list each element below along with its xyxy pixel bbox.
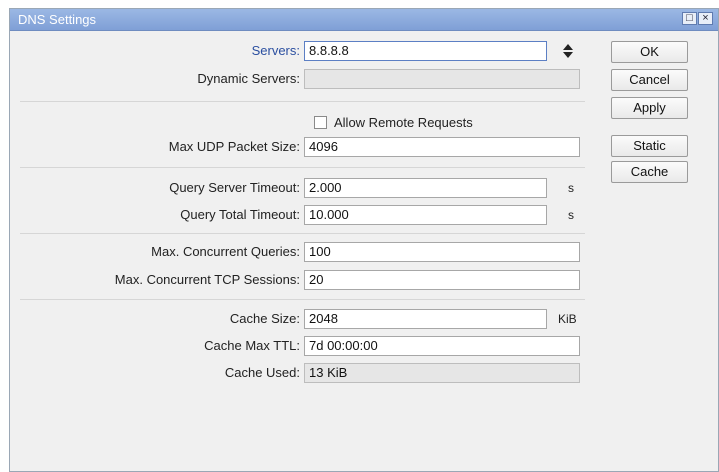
query-total-timeout-unit: s: [568, 208, 574, 222]
query-server-timeout-input[interactable]: 2.000: [304, 178, 547, 198]
checkbox-box[interactable]: [314, 116, 327, 129]
servers-input[interactable]: 8.8.8.8: [304, 41, 547, 61]
cache-size-unit: KiB: [558, 312, 577, 326]
cache-size-input[interactable]: 2048: [304, 309, 547, 329]
restore-window-icon[interactable]: □: [682, 12, 697, 25]
cache-size-row: Cache Size: 2048 KiB: [10, 309, 600, 329]
cache-max-ttl-input[interactable]: 7d 00:00:00: [304, 336, 580, 356]
allow-remote-label: Allow Remote Requests: [334, 115, 473, 130]
max-udp-input[interactable]: 4096: [304, 137, 580, 157]
title-bar[interactable]: DNS Settings □ ×: [10, 9, 718, 31]
separator: [20, 101, 585, 102]
max-concurrent-queries-label: Max. Concurrent Queries:: [151, 244, 300, 259]
servers-label: Servers:: [251, 43, 300, 58]
max-concurrent-tcp-row: Max. Concurrent TCP Sessions: 20: [10, 270, 600, 290]
query-total-timeout-input[interactable]: 10.000: [304, 205, 547, 225]
separator: [20, 233, 585, 234]
cache-used-row: Cache Used: 13 KiB: [10, 363, 600, 383]
query-total-timeout-label: Query Total Timeout:: [180, 207, 300, 222]
cache-button[interactable]: Cache: [611, 161, 688, 183]
ok-button[interactable]: OK: [611, 41, 688, 63]
updown-arrows-icon[interactable]: [562, 42, 574, 60]
max-concurrent-queries-input[interactable]: 100: [304, 242, 580, 262]
allow-remote-row: Allow Remote Requests: [10, 113, 600, 133]
dns-settings-window: DNS Settings □ × Servers: 8.8.8.8 Dynami…: [9, 8, 719, 472]
max-concurrent-tcp-input[interactable]: 20: [304, 270, 580, 290]
query-server-timeout-unit: s: [568, 181, 574, 195]
static-button[interactable]: Static: [611, 135, 688, 157]
cache-used-field: 13 KiB: [304, 363, 580, 383]
cache-max-ttl-row: Cache Max TTL: 7d 00:00:00: [10, 336, 600, 356]
separator: [20, 167, 585, 168]
max-udp-row: Max UDP Packet Size: 4096: [10, 137, 600, 157]
cache-used-label: Cache Used:: [224, 365, 300, 380]
apply-button[interactable]: Apply: [611, 97, 688, 119]
max-udp-label: Max UDP Packet Size:: [168, 139, 300, 154]
window-title: DNS Settings: [18, 12, 97, 27]
query-total-timeout-row: Query Total Timeout: 10.000 s: [10, 205, 600, 225]
servers-row: Servers: 8.8.8.8: [10, 41, 600, 61]
max-concurrent-queries-row: Max. Concurrent Queries: 100: [10, 242, 600, 262]
separator: [20, 299, 585, 300]
dynamic-servers-label: Dynamic Servers:: [197, 71, 300, 86]
dynamic-servers-field: [304, 69, 580, 89]
query-server-timeout-label: Query Server Timeout:: [169, 180, 300, 195]
form-area: Servers: 8.8.8.8 Dynamic Servers: Allow …: [10, 31, 600, 461]
cache-size-label: Cache Size:: [229, 311, 300, 326]
dynamic-servers-row: Dynamic Servers:: [10, 69, 600, 89]
query-server-timeout-row: Query Server Timeout: 2.000 s: [10, 178, 600, 198]
max-concurrent-tcp-label: Max. Concurrent TCP Sessions:: [114, 272, 300, 287]
cancel-button[interactable]: Cancel: [611, 69, 688, 91]
cache-max-ttl-label: Cache Max TTL:: [204, 338, 300, 353]
close-window-icon[interactable]: ×: [698, 12, 713, 25]
